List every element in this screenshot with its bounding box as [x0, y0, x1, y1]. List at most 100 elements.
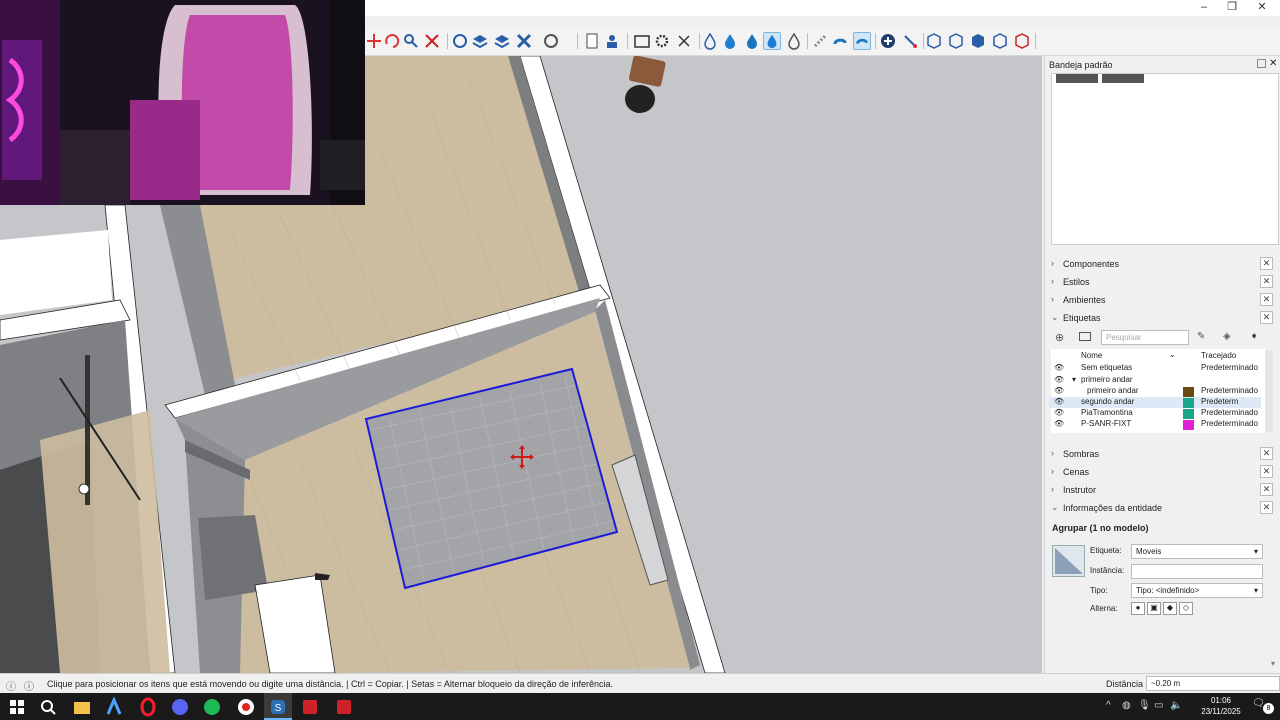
spotify-icon[interactable] — [202, 697, 222, 717]
new-icon[interactable] — [583, 32, 601, 50]
minimize-button[interactable]: – — [1190, 0, 1218, 16]
geo-icon[interactable] — [543, 32, 561, 50]
app-red-icon[interactable] — [300, 697, 320, 717]
section-ambientes[interactable]: › Ambientes ✕ — [1049, 292, 1273, 308]
sketchup-icon[interactable]: S — [268, 697, 288, 717]
water-drop-icon[interactable] — [743, 32, 761, 50]
pin-icon[interactable] — [1257, 59, 1266, 68]
tag-color-swatch[interactable] — [1183, 398, 1194, 408]
windows-start-icon[interactable] — [7, 697, 27, 717]
close-window-button[interactable]: ✕ — [1248, 0, 1276, 16]
tag-search-input[interactable]: Pesquisar — [1101, 330, 1189, 345]
water-drop-icon[interactable] — [763, 32, 781, 50]
eye-icon[interactable]: 👁 — [1054, 397, 1064, 406]
tray-app-icon[interactable]: ◍ — [1122, 700, 1131, 711]
search-icon[interactable] — [38, 697, 58, 717]
visibility-icon[interactable]: ● — [1131, 602, 1145, 615]
tag-row[interactable]: 👁 ▾ primeiro andar — [1049, 375, 1261, 386]
tag-row-selected[interactable]: 👁 segundo andar Predeterm — [1049, 397, 1261, 408]
app-icon[interactable] — [236, 697, 256, 717]
magnet-icon[interactable] — [853, 32, 871, 50]
col-name[interactable]: Nome — [1081, 351, 1102, 360]
cube-icon[interactable] — [1015, 32, 1033, 50]
tag-row[interactable]: 👁 P-SANR-FIXT Predeterminado — [1049, 419, 1261, 430]
connect-icon[interactable] — [901, 32, 919, 50]
close-icon[interactable]: ✕ — [1260, 483, 1273, 496]
close-icon[interactable]: ✕ — [1260, 447, 1273, 460]
magnet-icon[interactable] — [831, 32, 849, 50]
user-icon[interactable] — [603, 32, 621, 50]
gear-icon[interactable] — [653, 32, 671, 50]
tag-folder-icon[interactable] — [1079, 332, 1091, 341]
add-tag-icon[interactable]: ⊕ — [1055, 331, 1064, 344]
tag-row[interactable]: 👁 primeiro andar Predeterminado — [1049, 386, 1261, 397]
entity-instance-input[interactable] — [1131, 564, 1263, 579]
scroll-down-icon[interactable]: ▾ — [1271, 659, 1275, 668]
tag-row[interactable]: 👁 Sem etiquetas Predeterminado — [1049, 363, 1261, 374]
entity-tag-select[interactable]: Moveis ▾ — [1131, 544, 1263, 559]
cube-icon[interactable] — [947, 32, 965, 50]
file-explorer-icon[interactable] — [72, 697, 92, 717]
app-red-icon[interactable] — [334, 697, 354, 717]
section-estilos[interactable]: › Estilos ✕ — [1049, 274, 1273, 290]
eye-icon[interactable]: 👁 — [1054, 419, 1064, 428]
section-cenas[interactable]: › Cenas ✕ — [1049, 464, 1273, 480]
tag-row[interactable]: 👁 PiaTramontina Predeterminado — [1049, 408, 1261, 419]
water-drop-icon[interactable] — [721, 32, 739, 50]
help-icon[interactable]: ⓘ — [24, 678, 34, 693]
discord-icon[interactable] — [170, 697, 190, 717]
section-instrutor[interactable]: › Instrutor ✕ — [1049, 482, 1273, 498]
eye-icon[interactable]: 👁 — [1054, 363, 1064, 372]
measurements-box[interactable]: ~0.20 m — [1146, 676, 1280, 691]
app-a-icon[interactable] — [104, 697, 124, 717]
tag-color-swatch[interactable] — [1183, 409, 1194, 419]
info-icon[interactable]: ⓘ — [6, 678, 16, 693]
tags-scrollbar[interactable] — [1265, 350, 1273, 432]
close-icon[interactable]: ✕ — [1260, 311, 1273, 324]
cast-shadow-icon[interactable]: ◆ — [1163, 602, 1177, 615]
tag-color-icon[interactable]: ◈ — [1223, 331, 1231, 342]
close-icon[interactable] — [675, 32, 693, 50]
details-arrow-icon[interactable]: ➧ — [1250, 331, 1258, 342]
close-icon[interactable]: ✕ — [1260, 293, 1273, 306]
col-trace[interactable]: Tracejado — [1201, 351, 1236, 360]
eye-icon[interactable]: 👁 — [1054, 386, 1064, 395]
styles-icon[interactable] — [493, 32, 511, 50]
tray-chevron-icon[interactable]: ^ — [1106, 700, 1111, 711]
col-name-sort-icon[interactable]: ⌄ — [1169, 350, 1176, 359]
water-drop-icon[interactable] — [785, 32, 803, 50]
section-componentes[interactable]: › Componentes ✕ — [1049, 256, 1273, 272]
close-icon[interactable]: ✕ — [1260, 501, 1273, 514]
cube-icon[interactable] — [969, 32, 987, 50]
eye-icon[interactable]: 👁 — [1054, 375, 1064, 384]
add-icon[interactable] — [879, 32, 897, 50]
opera-icon[interactable] — [138, 697, 158, 717]
restore-button[interactable]: ❐ — [1218, 0, 1246, 16]
tag-color-swatch[interactable] — [1183, 387, 1194, 397]
zoom-icon[interactable] — [401, 32, 419, 50]
entity-type-select[interactable]: Tipo: <indefinido> ▾ — [1131, 583, 1263, 598]
close-icon[interactable]: ✕ — [1260, 465, 1273, 478]
close-icon[interactable]: ✕ — [1260, 275, 1273, 288]
layers-icon[interactable] — [471, 32, 489, 50]
clock-time[interactable]: 01:06 — [1201, 696, 1241, 705]
material-thumb[interactable] — [1056, 74, 1098, 83]
close-tray-icon[interactable]: ✕ — [1269, 58, 1277, 69]
network-icon[interactable]: ▭ — [1154, 700, 1163, 711]
eye-icon[interactable]: 👁 — [1054, 408, 1064, 417]
receive-shadow-icon[interactable]: ◇ — [1179, 602, 1193, 615]
cube-icon[interactable] — [925, 32, 943, 50]
pencil-icon[interactable]: ✎ — [1197, 331, 1205, 342]
scenes-icon[interactable] — [515, 32, 533, 50]
section-sombras[interactable]: › Sombras ✕ — [1049, 446, 1273, 462]
lock-icon[interactable]: ▣ — [1147, 602, 1161, 615]
section-entity-info[interactable]: ⌄ Informações da entidade ✕ — [1049, 500, 1273, 516]
rotate-icon[interactable] — [383, 32, 401, 50]
close-icon[interactable]: ✕ — [1260, 257, 1273, 270]
microphone-icon[interactable]: 🎙 — [1138, 700, 1151, 711]
water-drop-icon[interactable] — [701, 32, 719, 50]
volume-icon[interactable]: 🔈 — [1170, 700, 1182, 711]
magnet-icon[interactable] — [811, 32, 829, 50]
move-icon[interactable] — [365, 32, 383, 50]
folder-icon[interactable] — [633, 32, 651, 50]
